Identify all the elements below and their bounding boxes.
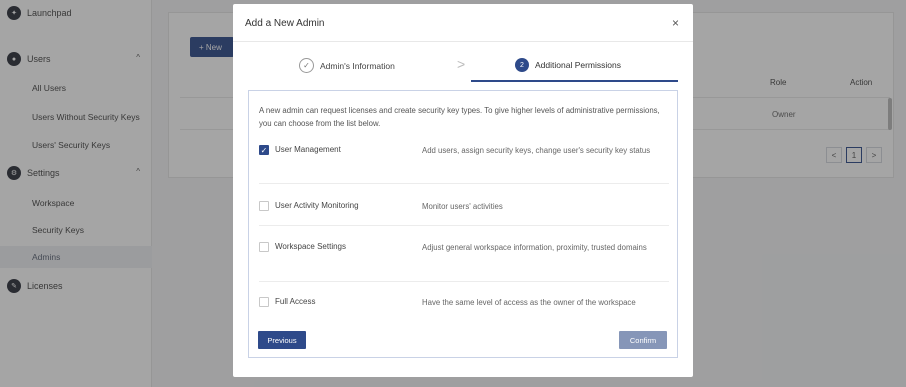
permission-description: Adjust general workspace information, pr… (422, 243, 647, 252)
permission-description: Add users, assign security keys, change … (422, 146, 651, 155)
checkbox-icon[interactable] (259, 201, 269, 211)
step-label: Admin's Information (320, 60, 395, 71)
chevron-right-icon: > (457, 56, 466, 72)
divider (259, 183, 669, 184)
modal-title: Add a New Admin (245, 18, 325, 29)
check-circle-icon: ✓ (299, 58, 314, 73)
step-label: Additional Permissions (535, 60, 621, 70)
previous-button[interactable]: Previous (258, 331, 306, 349)
confirm-button[interactable]: Confirm (619, 331, 667, 349)
permission-name: Workspace Settings (275, 242, 346, 251)
close-icon[interactable]: × (672, 16, 679, 30)
active-step-indicator (471, 80, 678, 82)
permissions-panel: A new admin can request licenses and cre… (248, 90, 678, 358)
permission-name: Full Access (275, 297, 316, 306)
permission-name: User Activity Monitoring (275, 201, 359, 210)
modal-divider (233, 41, 693, 42)
step-admin-information[interactable]: ✓ Admin's Information (299, 58, 395, 73)
permissions-description: A new admin can request licenses and cre… (259, 106, 660, 128)
divider (259, 225, 669, 226)
step-additional-permissions[interactable]: 2 Additional Permissions (515, 58, 621, 72)
divider (259, 281, 669, 282)
add-admin-modal: Add a New Admin × ✓ Admin's Information … (233, 4, 693, 377)
checkbox-icon[interactable] (259, 242, 269, 252)
checkbox-checked-icon[interactable]: ✓ (259, 145, 269, 155)
checkbox-icon[interactable] (259, 297, 269, 307)
step-number-badge: 2 (515, 58, 529, 72)
permission-description: Monitor users' activities (422, 202, 503, 211)
permission-description: Have the same level of access as the own… (422, 298, 636, 307)
permission-name: User Management (275, 145, 341, 154)
